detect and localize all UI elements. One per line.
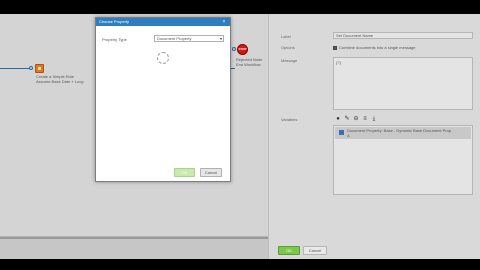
- variables-list: Document Property: Base - Dynamic Base D…: [333, 125, 473, 195]
- loading-spinner-icon: [157, 52, 169, 64]
- connector-dot[interactable]: [232, 47, 236, 51]
- label-caption: Label: [281, 34, 291, 39]
- combine-documents-label: Combine documents into a single message: [339, 45, 416, 50]
- message-textarea[interactable]: {?}: [333, 57, 473, 110]
- property-type-label: Property Type: [102, 37, 127, 42]
- letterbox-top: [0, 0, 480, 14]
- dialog-cancel-button[interactable]: Cancel: [200, 168, 222, 177]
- choose-property-dialog: Choose Property × Property Type Document…: [95, 17, 231, 182]
- close-icon[interactable]: ×: [221, 18, 227, 26]
- variables-caption: Variables: [281, 117, 298, 122]
- letterbox-bottom: [0, 259, 480, 270]
- combine-documents-checkbox[interactable]: [333, 46, 337, 50]
- edit-icon[interactable]: ✎: [344, 116, 350, 122]
- ok-button[interactable]: OK: [278, 246, 300, 255]
- options-caption: Options: [281, 45, 295, 50]
- property-type-value: Document Property: [157, 36, 192, 41]
- cancel-button[interactable]: Cancel: [303, 246, 327, 255]
- chevron-down-icon: ▾: [219, 36, 222, 41]
- add-icon[interactable]: ●: [335, 116, 341, 122]
- canvas-scrollbar[interactable]: [0, 237, 268, 239]
- sort-icon[interactable]: ≡: [362, 116, 368, 122]
- property-type-select[interactable]: Document Property ▾: [154, 35, 224, 42]
- variable-row-text: Document Property: Base - Dynamic Base D…: [347, 128, 452, 138]
- variable-row[interactable]: Document Property: Base - Dynamic Base D…: [335, 127, 471, 139]
- dialog-ok-button[interactable]: OK: [174, 168, 195, 177]
- properties-panel: Label Set Document Name Options Combine …: [268, 14, 480, 259]
- process-node-label: Create a Simple Rule Assume Base Date + …: [36, 74, 84, 84]
- dialog-title: Choose Property: [96, 18, 230, 26]
- process-node-icon[interactable]: [35, 64, 44, 73]
- remove-icon[interactable]: ⊖: [353, 116, 359, 122]
- stop-node-icon[interactable]: STOP: [237, 44, 248, 55]
- canvas-footer: [0, 236, 268, 259]
- stop-node-label: Rejected Node End Workflow: [236, 57, 263, 67]
- variable-icon: [339, 130, 344, 135]
- label-input[interactable]: Set Document Name: [333, 32, 473, 39]
- connector-dot[interactable]: [29, 66, 33, 70]
- variables-toolbar: ● ✎ ⊖ ≡ ⤓: [335, 116, 377, 123]
- download-icon[interactable]: ⤓: [371, 116, 377, 122]
- message-caption: Message: [281, 58, 298, 63]
- flow-connector-line: [0, 68, 31, 69]
